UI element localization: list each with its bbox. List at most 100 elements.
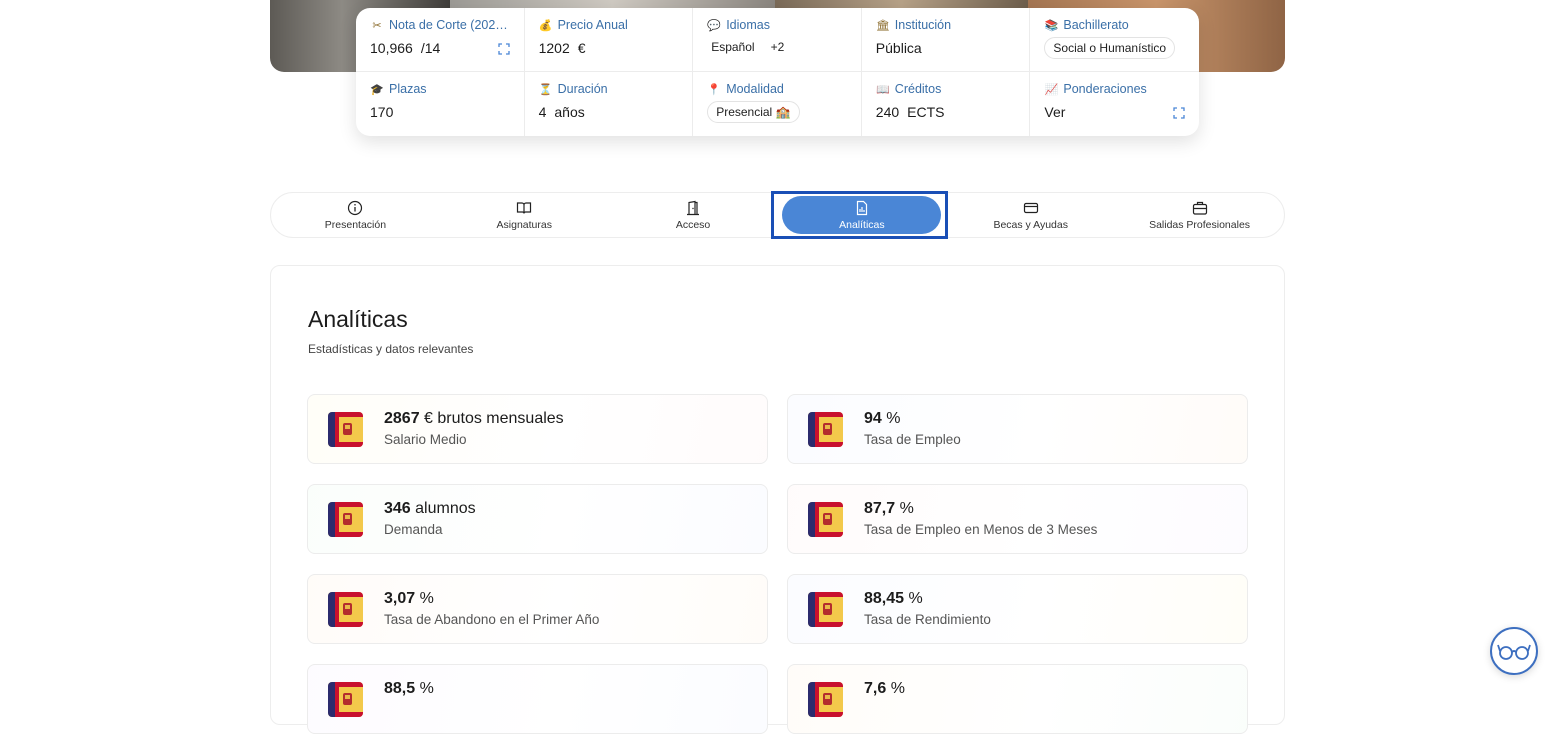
- stat-value: 346 alumnos: [384, 500, 476, 518]
- modalidad-label: Modalidad: [726, 82, 784, 96]
- speech-bubble-icon: 💬: [707, 19, 722, 32]
- tab-label: Becas y Ayudas: [993, 218, 1068, 231]
- ponderaciones-label: Ponderaciones: [1063, 82, 1147, 96]
- spain-flag-icon: [808, 502, 843, 537]
- precio-anual-currency: €: [577, 40, 586, 56]
- stat-value: 3,07 %: [384, 590, 434, 608]
- tab-becas[interactable]: Becas y Ayudas: [946, 193, 1115, 237]
- modalidad-cell: 📍 Modalidad Presencial 🏫: [693, 72, 862, 136]
- idiomas-label: Idiomas: [726, 18, 770, 32]
- stat-unit: %: [881, 410, 901, 427]
- bachillerato-chip: Social o Humanístico: [1044, 37, 1176, 59]
- idioma-chip: Español: [707, 37, 759, 57]
- tab-salidas[interactable]: Salidas Profesionales: [1115, 193, 1284, 237]
- nota-corte-cell: ✂ Nota de Corte (202… 10,966/14: [356, 8, 525, 72]
- stat-card: 2867 € brutos mensuales Salario Medio: [307, 394, 768, 464]
- stat-caption: Tasa de Empleo en Menos de 3 Meses: [864, 522, 1098, 537]
- stat-unit: %: [415, 590, 434, 607]
- duracion-unit: años: [554, 104, 585, 120]
- card-background-decoration: [788, 575, 1247, 643]
- tab-presentacion[interactable]: Presentación: [271, 193, 440, 237]
- stat-unit: %: [904, 590, 923, 607]
- door-icon: [687, 200, 700, 215]
- card-background-decoration: [308, 395, 767, 463]
- stat-unit: %: [415, 680, 434, 697]
- chart-up-icon: 📈: [1044, 83, 1059, 96]
- graduation-cap-icon: 🎓: [370, 83, 384, 96]
- bachillerato-cell: 📚 Bachillerato Social o Humanístico: [1030, 8, 1199, 72]
- stat-value: 2867 € brutos mensuales: [384, 410, 564, 428]
- stat-card: 94 % Tasa de Empleo: [787, 394, 1248, 464]
- stat-card: 87,7 % Tasa de Empleo en Menos de 3 Meses: [787, 484, 1248, 554]
- page-subtitle: Estadísticas y datos relevantes: [308, 342, 474, 356]
- creditos-value: 240: [875, 104, 900, 120]
- card-background-decoration: [308, 665, 767, 733]
- card-background-decoration: [788, 395, 1247, 463]
- stat-caption: Tasa de Rendimiento: [864, 612, 991, 627]
- stat-card: 346 alumnos Demanda: [307, 484, 768, 554]
- precio-anual-label: Precio Anual: [557, 18, 628, 32]
- glasses-icon: [1497, 644, 1531, 660]
- ponderaciones-cell: 📈 Ponderaciones Ver: [1030, 72, 1199, 136]
- stat-number: 346: [384, 500, 411, 517]
- stat-number: 2867: [384, 410, 420, 427]
- stat-number: 87,7: [864, 500, 896, 517]
- book-icon: [517, 201, 532, 214]
- expand-icon[interactable]: [497, 43, 510, 55]
- institucion-cell: 🏛 Institución Pública: [861, 8, 1031, 72]
- card-background-decoration: [308, 485, 767, 553]
- spain-flag-icon: [328, 502, 363, 537]
- ponderaciones-value[interactable]: Ver: [1044, 104, 1065, 120]
- tab-label: Salidas Profesionales: [1149, 218, 1251, 231]
- stat-unit: %: [886, 680, 905, 697]
- plazas-value: 170: [370, 104, 394, 120]
- plazas-cell: 🎓 Plazas 170: [356, 72, 525, 136]
- degree-info-card: ✂ Nota de Corte (202… 10,966/14 💰 Precio A…: [356, 8, 1199, 136]
- stat-card: 88,45 % Tasa de Rendimiento: [787, 574, 1248, 644]
- card-background-decoration: [308, 575, 767, 643]
- duracion-label: Duración: [557, 82, 608, 96]
- stat-card: 3,07 % Tasa de Abandono en el Primer Año: [307, 574, 768, 644]
- chart-doc-icon: [856, 200, 867, 215]
- card-icon: [1023, 202, 1038, 213]
- briefcase-icon: [1192, 201, 1207, 215]
- stat-card: 88,5 %: [307, 664, 768, 734]
- institution-icon: 🏛: [875, 19, 890, 32]
- hourglass-icon: ⏳: [538, 83, 553, 96]
- creditos-label: Créditos: [894, 82, 942, 96]
- stat-caption: Demanda: [384, 522, 443, 537]
- stat-unit: € brutos mensuales: [419, 410, 564, 427]
- stat-caption: Tasa de Abandono en el Primer Año: [384, 612, 600, 627]
- institucion-label: Institución: [894, 18, 952, 32]
- card-background-decoration: [788, 665, 1247, 733]
- stat-number: 7,6: [864, 680, 887, 697]
- stat-unit: alumnos: [410, 500, 476, 517]
- precio-anual-value: 1202: [538, 40, 570, 56]
- stat-value: 7,6 %: [864, 680, 905, 698]
- tab-acceso[interactable]: Acceso: [609, 193, 778, 237]
- books-icon: 📚: [1044, 19, 1059, 32]
- tab-label: Acceso: [675, 218, 711, 231]
- tab-analiticas[interactable]: Analíticas: [777, 193, 946, 237]
- tab-label: Analíticas: [839, 218, 885, 231]
- stat-number: 88,5: [384, 680, 416, 697]
- pin-icon: 📍: [707, 83, 722, 96]
- page-title: Analíticas: [308, 306, 408, 332]
- idiomas-cell: 💬 Idiomas Español +2: [693, 8, 862, 72]
- creditos-unit: ECTS: [907, 104, 945, 120]
- precio-anual-cell: 💰 Precio Anual 1202 €: [524, 8, 694, 72]
- duracion-cell: ⏳ Duración 4 años: [525, 72, 694, 136]
- scissors-icon: ✂: [372, 19, 382, 32]
- plazas-label: Plazas: [389, 82, 427, 96]
- info-icon: [348, 200, 363, 215]
- stat-number: 94: [864, 410, 882, 427]
- stat-value: 87,7 %: [864, 500, 914, 518]
- stat-unit: %: [895, 500, 914, 517]
- creditos-cell: 📖 Créditos 240 ECTS: [862, 72, 1031, 136]
- stat-value: 94 %: [864, 410, 900, 428]
- expand-icon[interactable]: [1173, 107, 1185, 119]
- spain-flag-icon: [808, 592, 843, 627]
- idiomas-more-chip[interactable]: +2: [766, 37, 789, 57]
- tab-asignaturas[interactable]: Asignaturas: [440, 193, 609, 237]
- accessibility-glasses-button[interactable]: [1490, 627, 1538, 675]
